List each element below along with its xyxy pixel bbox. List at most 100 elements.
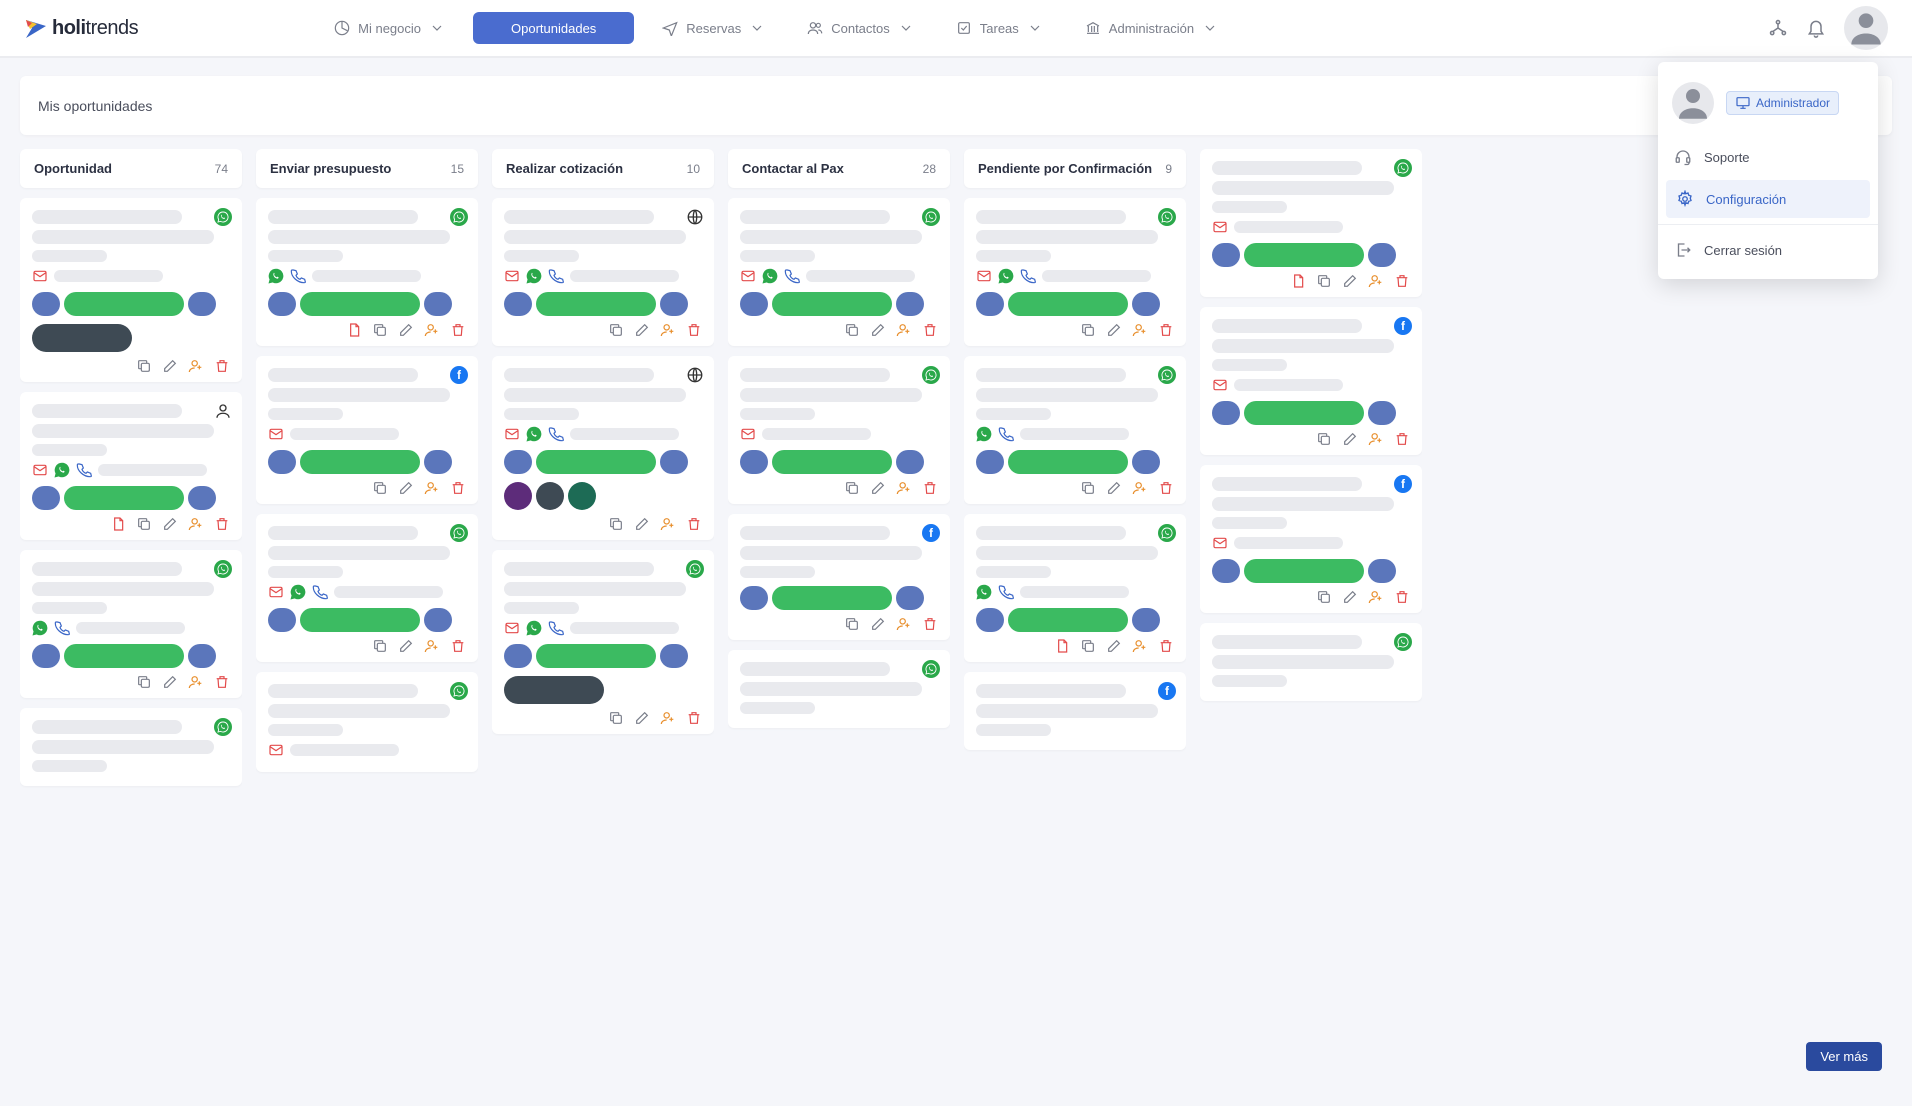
whatsapp-icon[interactable] [268,268,284,284]
whatsapp-icon[interactable] [976,426,992,442]
whatsapp-icon[interactable] [32,620,48,636]
dropdown-item-headset[interactable]: Soporte [1658,138,1878,176]
edit-icon[interactable] [634,516,650,532]
copy-icon[interactable] [136,674,152,690]
phone-icon[interactable] [784,268,800,284]
delete-icon[interactable] [450,638,466,654]
whatsapp-icon[interactable] [54,462,70,478]
delete-icon[interactable] [1158,480,1174,496]
opportunity-card[interactable] [256,514,478,662]
mail-icon[interactable] [1212,219,1228,235]
assign-icon[interactable] [1132,638,1148,654]
edit-icon[interactable] [634,710,650,726]
mail-icon[interactable] [268,742,284,758]
nav-item-pie[interactable]: Mi negocio [320,12,459,44]
edit-icon[interactable] [398,480,414,496]
copy-icon[interactable] [136,358,152,374]
nav-item-box[interactable]: Oportunidades [473,12,634,44]
delete-icon[interactable] [686,516,702,532]
copy-icon[interactable] [1316,589,1332,605]
dropdown-item-gear[interactable]: Configuración [1666,180,1870,218]
opportunity-card[interactable] [20,550,242,698]
copy-icon[interactable] [844,616,860,632]
delete-icon[interactable] [686,710,702,726]
whatsapp-icon[interactable] [526,268,542,284]
edit-icon[interactable] [870,322,886,338]
dropdown-item-logout[interactable]: Cerrar sesión [1658,231,1878,269]
opportunity-card[interactable] [256,672,478,772]
phone-icon[interactable] [548,426,564,442]
phone-icon[interactable] [998,426,1014,442]
phone-icon[interactable] [548,620,564,636]
assign-icon[interactable] [1368,273,1384,289]
opportunity-card[interactable] [492,198,714,346]
phone-icon[interactable] [1020,268,1036,284]
edit-icon[interactable] [1106,322,1122,338]
opportunity-card[interactable] [964,198,1186,346]
delete-icon[interactable] [922,322,938,338]
assign-icon[interactable] [188,674,204,690]
opportunity-card[interactable] [1200,623,1422,701]
delete-icon[interactable] [450,480,466,496]
edit-icon[interactable] [1342,589,1358,605]
mail-icon[interactable] [740,268,756,284]
opportunity-card[interactable] [728,650,950,728]
assign-icon[interactable] [1132,480,1148,496]
delete-icon[interactable] [1394,273,1410,289]
mail-icon[interactable] [504,268,520,284]
delete-icon[interactable] [1158,322,1174,338]
nav-item-users[interactable]: Contactos [793,12,928,44]
opportunity-card[interactable] [492,356,714,540]
delete-icon[interactable] [922,480,938,496]
delete-icon[interactable] [214,674,230,690]
avatar-button[interactable] [1844,6,1888,50]
opportunity-card[interactable] [20,198,242,382]
edit-icon[interactable] [1342,273,1358,289]
phone-icon[interactable] [998,584,1014,600]
whatsapp-icon[interactable] [998,268,1014,284]
edit-icon[interactable] [162,516,178,532]
phone-icon[interactable] [548,268,564,284]
delete-icon[interactable] [450,322,466,338]
phone-icon[interactable] [54,620,70,636]
copy-icon[interactable] [608,710,624,726]
whatsapp-icon[interactable] [976,584,992,600]
edit-icon[interactable] [870,616,886,632]
edit-icon[interactable] [162,358,178,374]
delete-icon[interactable] [1158,638,1174,654]
assign-icon[interactable] [896,480,912,496]
mail-icon[interactable] [976,268,992,284]
copy-icon[interactable] [372,322,388,338]
pdf-icon[interactable] [346,322,362,338]
pdf-icon[interactable] [110,516,126,532]
opportunity-card[interactable]: f [964,672,1186,750]
copy-icon[interactable] [1316,431,1332,447]
delete-icon[interactable] [1394,431,1410,447]
opportunity-card[interactable] [20,392,242,540]
assign-icon[interactable] [424,322,440,338]
nav-item-plane[interactable]: Reservas [648,12,779,44]
bell-icon[interactable] [1806,18,1826,38]
logo[interactable]: holitrends [24,16,138,40]
whatsapp-icon[interactable] [290,584,306,600]
copy-icon[interactable] [844,480,860,496]
nav-item-bank[interactable]: Administración [1071,12,1232,44]
delete-icon[interactable] [214,516,230,532]
mail-icon[interactable] [504,426,520,442]
phone-icon[interactable] [290,268,306,284]
edit-icon[interactable] [162,674,178,690]
edit-icon[interactable] [398,638,414,654]
copy-icon[interactable] [608,322,624,338]
assign-icon[interactable] [424,638,440,654]
edit-icon[interactable] [634,322,650,338]
edit-icon[interactable] [1106,638,1122,654]
copy-icon[interactable] [1080,638,1096,654]
whatsapp-icon[interactable] [762,268,778,284]
assign-icon[interactable] [188,358,204,374]
opportunity-card[interactable]: f [1200,465,1422,613]
mail-icon[interactable] [32,462,48,478]
assign-icon[interactable] [896,322,912,338]
assign-icon[interactable] [660,322,676,338]
mail-icon[interactable] [1212,535,1228,551]
copy-icon[interactable] [1316,273,1332,289]
